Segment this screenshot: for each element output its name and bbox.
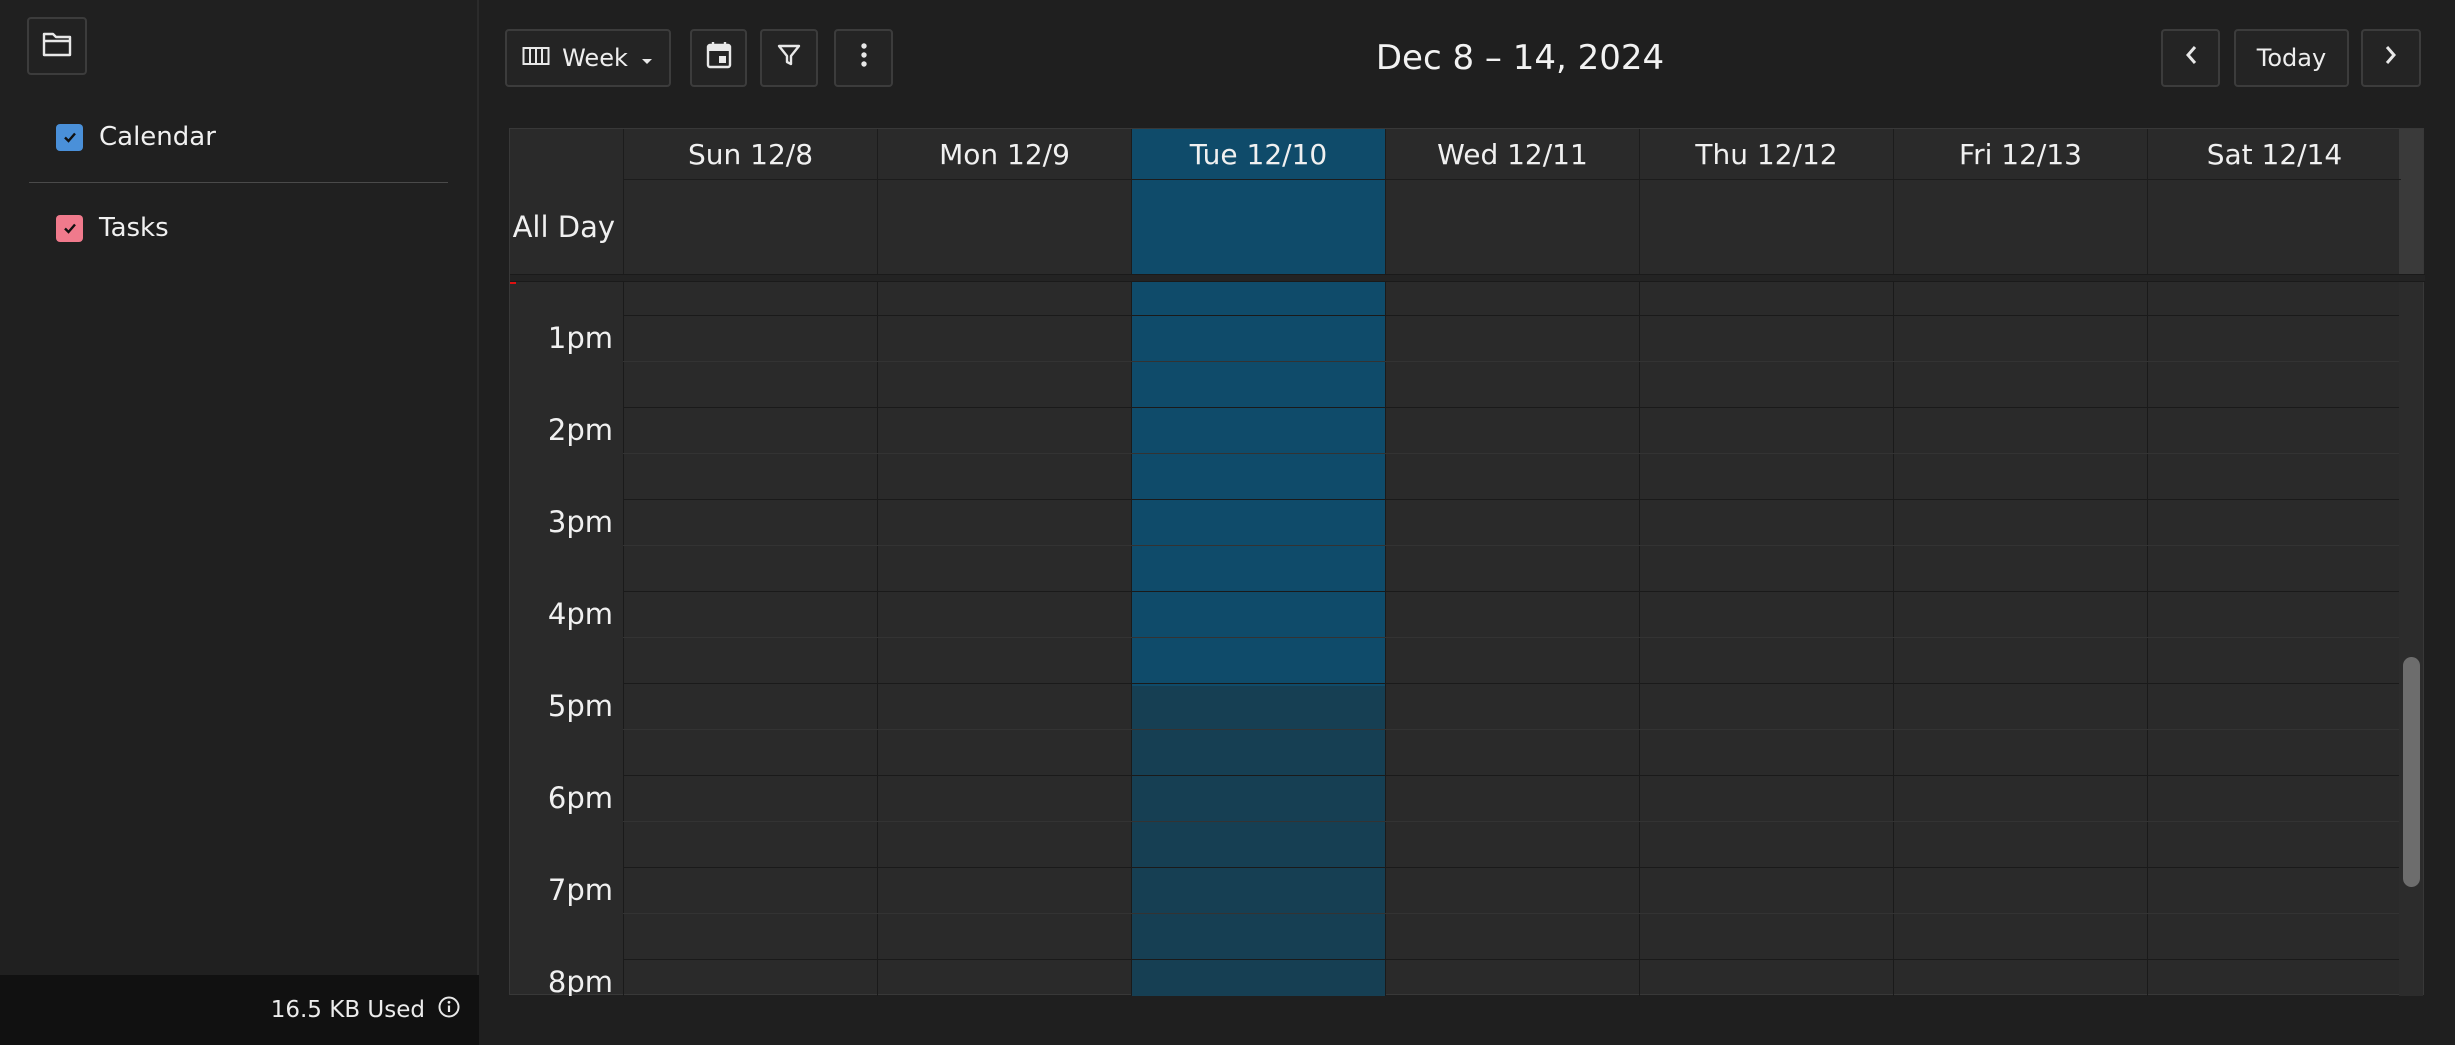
view-label: Week [562,44,628,72]
half-hour-line [623,545,2400,546]
day-column-divider [1893,282,1894,996]
today-button[interactable]: Today [2234,29,2349,87]
chevron-right-icon [2384,44,2398,72]
filter-button[interactable] [760,29,818,87]
hour-label: 5pm [547,689,613,723]
hour-line [623,315,2400,316]
storage-used-text: 16.5 KB Used [270,997,425,1023]
day-column-divider [877,282,878,996]
all-day-cell[interactable] [1639,179,1893,274]
half-hour-line [623,729,2400,730]
header-scroll-gutter [2399,129,2423,274]
hour-line [623,959,2400,960]
caret-down-icon [640,44,654,72]
calendar-icon [705,40,733,76]
all-day-cell[interactable] [623,179,877,274]
hour-label: 6pm [547,781,613,815]
next-week-button[interactable] [2361,29,2421,87]
hour-label: 7pm [547,873,613,907]
storage-status: 16.5 KB Used [0,975,479,1045]
hour-line [623,867,2400,868]
hour-line [623,499,2400,500]
half-hour-line [623,453,2400,454]
all-day-cell[interactable] [1131,179,1385,274]
day-column-divider [2147,282,2148,996]
more-options-button[interactable] [834,29,893,87]
hour-line [623,683,2400,684]
today-column-highlight [1132,282,1385,686]
calendar-toggle-calendar[interactable]: Calendar [56,122,216,152]
time-grid[interactable]: 1pm 2pm 3pm 4pm 5pm 6pm 7pm 8pm [510,282,2400,996]
view-select-button[interactable]: Week [505,29,671,87]
day-header[interactable]: Fri 12/13 [1893,129,2147,179]
previous-week-button[interactable] [2161,29,2220,87]
hour-label: 1pm [547,321,613,355]
day-header[interactable]: Mon 12/9 [877,129,1131,179]
view-week-icon [522,44,550,72]
scrollbar-thumb[interactable] [2403,657,2420,887]
all-day-label: All Day [512,209,615,244]
half-hour-line [623,361,2400,362]
date-picker-button[interactable] [690,29,747,87]
chevron-left-icon [2184,44,2198,72]
week-calendar-grid: Sun 12/8 Mon 12/9 Tue 12/10 Wed 12/11 Thu 12… [509,128,2425,996]
all-day-cell[interactable] [2147,179,2401,274]
current-time-marker [510,282,516,284]
today-column-future [1132,686,1385,996]
day-column-divider [1639,282,1640,996]
day-header[interactable]: Tue 12/10 [1131,129,1385,179]
date-range-title: Dec 8 – 14, 2024 [1375,38,1665,78]
half-hour-line [623,913,2400,914]
all-day-separator [510,274,2425,282]
half-hour-line [623,637,2400,638]
tasks-label: Tasks [99,213,169,243]
hour-label: 2pm [547,413,613,447]
checkbox-checked-icon[interactable] [56,123,83,151]
today-label: Today [2256,44,2327,72]
time-grid-scrollbar[interactable] [2399,282,2423,996]
day-header[interactable]: Wed 12/11 [1385,129,1639,179]
calendar-label: Calendar [99,122,216,152]
day-column-divider [623,282,624,996]
more-vertical-icon [860,42,868,74]
folder-icon [42,31,72,61]
checkbox-checked-icon[interactable] [56,214,83,242]
all-day-cell[interactable] [1385,179,1639,274]
sidebar-divider [29,182,448,183]
info-icon[interactable] [437,995,461,1025]
hour-line [623,591,2400,592]
day-header-row: Sun 12/8 Mon 12/9 Tue 12/10 Wed 12/11 Thu 12… [510,129,2400,179]
hour-line [623,407,2400,408]
day-column-divider [1385,282,1386,996]
open-folder-button[interactable] [27,17,87,75]
hour-line [623,775,2400,776]
sidebar: Calendar Tasks 16.5 KB Used [0,0,479,1045]
all-day-cell[interactable] [1893,179,2147,274]
hour-label: 8pm [547,965,613,996]
day-header[interactable]: Sun 12/8 [623,129,877,179]
calendar-toggle-tasks[interactable]: Tasks [56,213,169,243]
hour-label: 4pm [547,597,613,631]
filter-icon [776,42,802,74]
half-hour-line [623,821,2400,822]
hour-label: 3pm [547,505,613,539]
day-header[interactable]: Thu 12/12 [1639,129,1893,179]
all-day-cell[interactable] [877,179,1131,274]
day-header[interactable]: Sat 12/14 [2147,129,2401,179]
